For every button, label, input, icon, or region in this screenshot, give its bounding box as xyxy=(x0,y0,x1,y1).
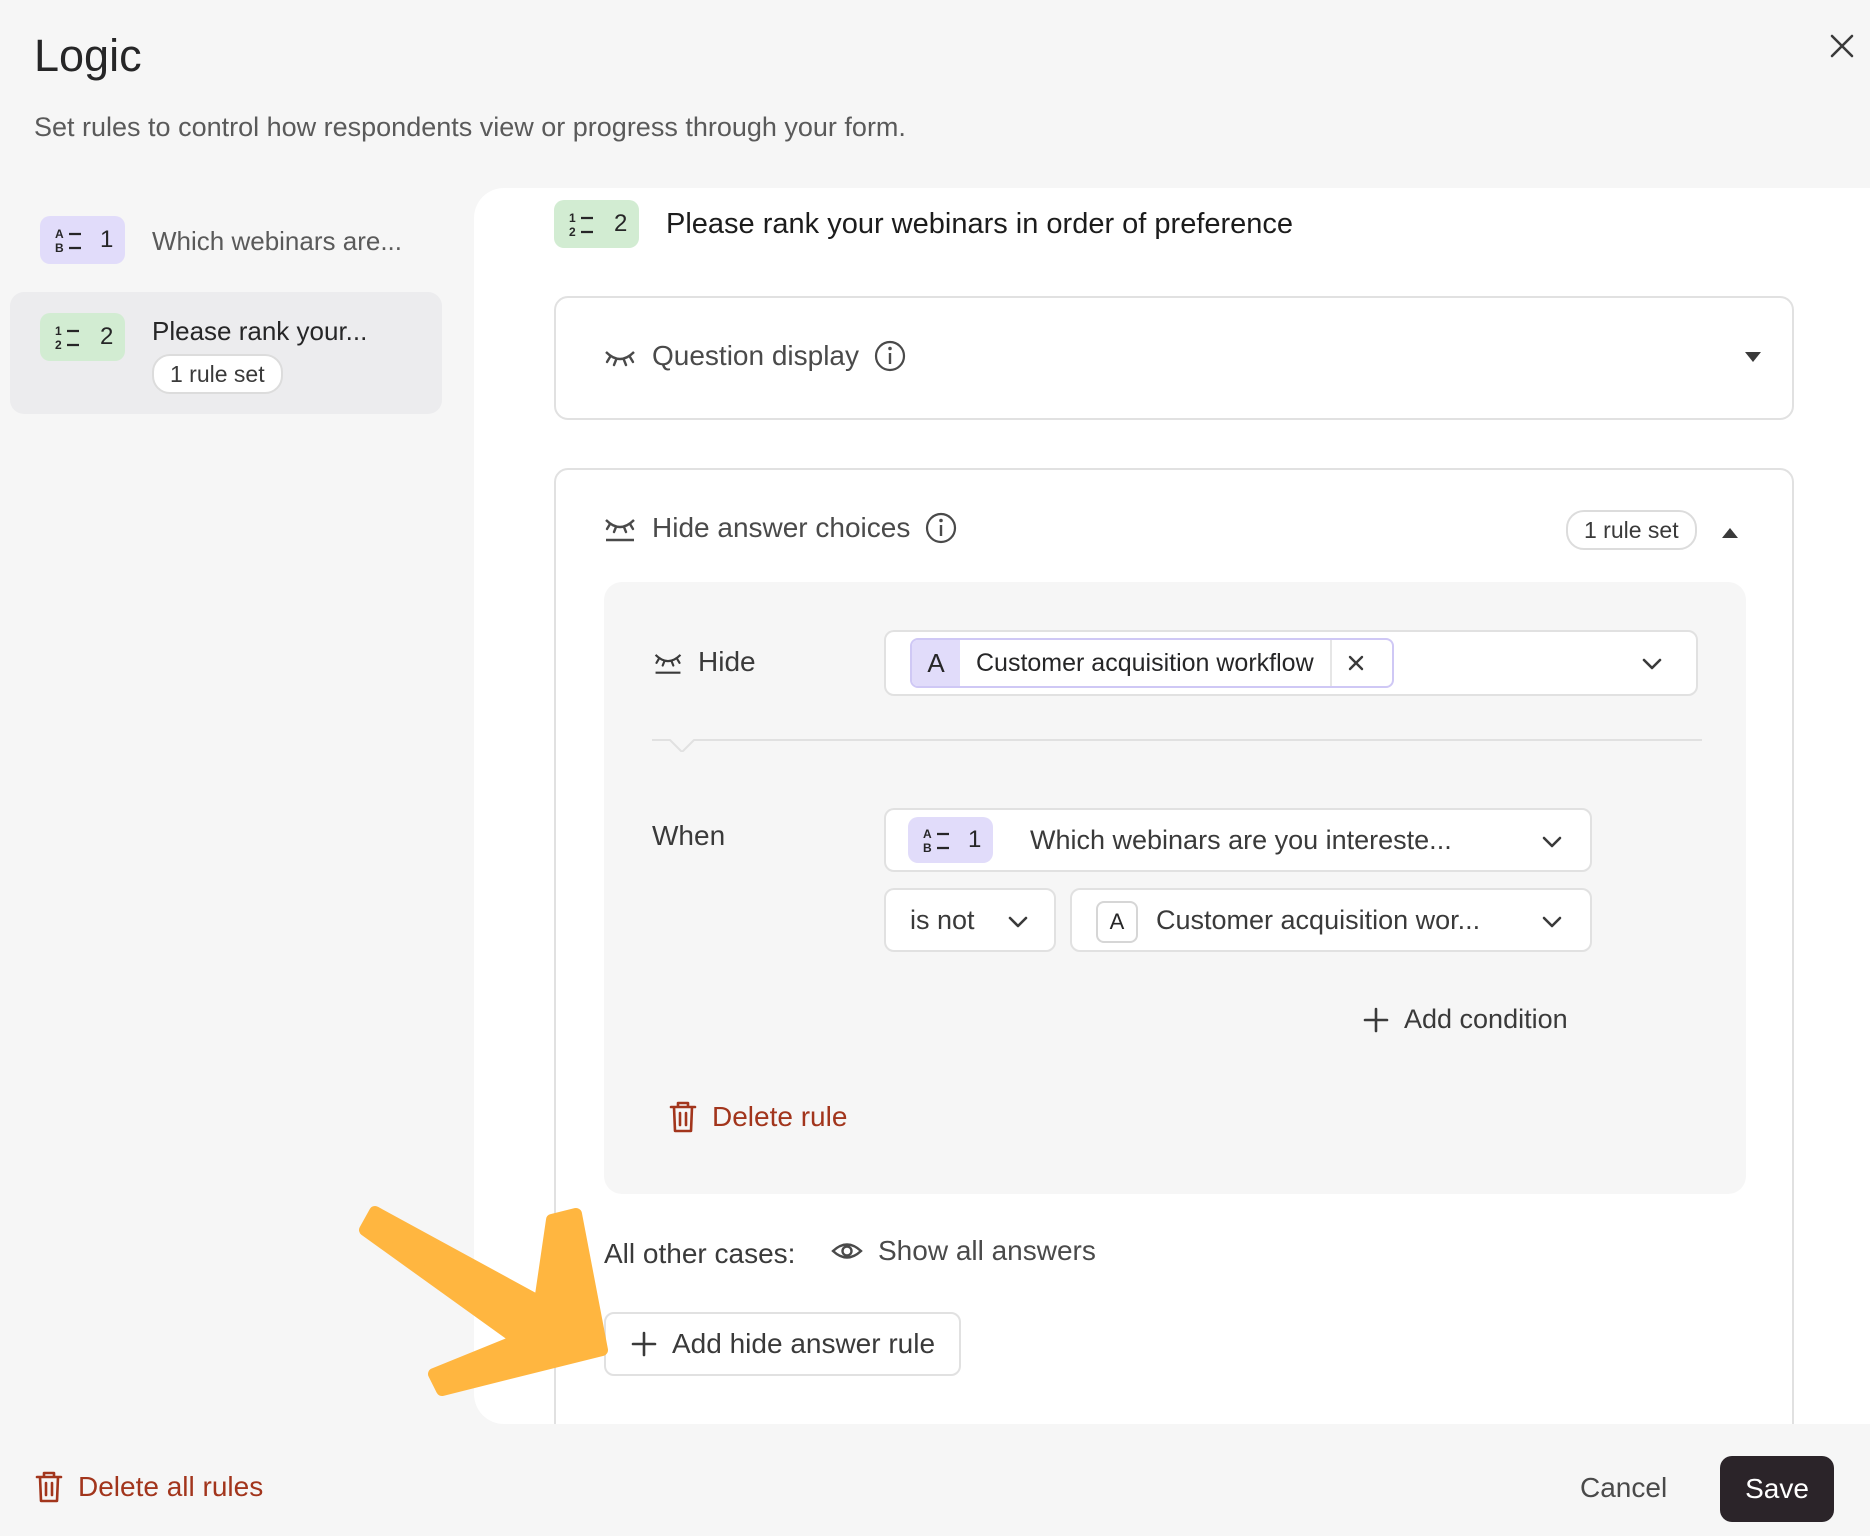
add-condition-button[interactable]: Add condition xyxy=(1362,1004,1568,1035)
condition-value-select[interactable]: A Customer acquisition wor... xyxy=(1070,888,1592,952)
condition-value-label: Customer acquisition wor... xyxy=(1156,905,1481,935)
sidebar-item-label: Which webinars are... xyxy=(152,226,402,256)
question-type-badge: 1 2 2 xyxy=(554,200,640,248)
trash-icon xyxy=(35,1471,63,1503)
other-cases-label: All other cases: xyxy=(604,1238,796,1269)
caret-up-icon[interactable] xyxy=(1721,526,1739,540)
chevron-down-icon xyxy=(1542,916,1562,928)
add-hide-answer-rule-button[interactable]: Add hide answer rule xyxy=(604,1312,962,1376)
eye-icon xyxy=(831,1243,863,1259)
annotation-arrow xyxy=(359,1206,608,1396)
delete-rule-button[interactable]: Delete rule xyxy=(668,1100,847,1134)
other-cases-value[interactable]: Show all answers xyxy=(830,1234,1096,1268)
caret-down-icon[interactable] xyxy=(1744,350,1762,364)
sidebar-item-label: Please rank your... xyxy=(152,316,368,346)
delete-rule-label: Delete rule xyxy=(712,1101,848,1132)
answer-letter: A xyxy=(1096,901,1138,943)
chevron-down-icon xyxy=(1542,836,1562,848)
svg-text:A: A xyxy=(923,827,932,841)
add-rule-label: Add hide answer rule xyxy=(672,1328,936,1359)
close-button[interactable] xyxy=(1822,26,1862,66)
svg-text:B: B xyxy=(55,241,64,255)
logic-panel: 1 2 2 Please rank your webinars in order… xyxy=(474,188,1870,1424)
save-button[interactable]: Save xyxy=(1720,1456,1834,1522)
question-type-badge: A B 1 xyxy=(40,216,126,264)
rule-count-badge: 1 rule set xyxy=(1566,510,1697,550)
rule-action-label: Hide xyxy=(698,646,756,677)
delete-all-rules-button[interactable]: Delete all rules xyxy=(34,1470,263,1504)
question-number: 1 xyxy=(100,226,114,253)
dialog-subtitle: Set rules to control how respondents vie… xyxy=(34,112,906,142)
cancel-button[interactable]: Cancel xyxy=(1580,1472,1667,1504)
answer-label: Customer acquisition workflow xyxy=(960,640,1332,686)
close-icon xyxy=(1830,34,1854,58)
question-type-badge: A B 1 xyxy=(908,817,994,863)
remove-tag-icon[interactable] xyxy=(1346,653,1366,673)
section-title: Hide answer choices xyxy=(652,512,911,543)
trash-icon xyxy=(669,1101,697,1133)
sidebar-item-question-1[interactable]: A B 1 Which webinars are... xyxy=(10,208,442,272)
question-display-section[interactable]: Question display xyxy=(554,296,1794,420)
plus-icon xyxy=(631,1331,657,1357)
question-type-badge: 1 2 2 xyxy=(40,313,126,361)
hidden-answers-select[interactable]: A Customer acquisition workflow xyxy=(884,630,1698,696)
section-title: Question display xyxy=(652,340,860,371)
svg-text:2: 2 xyxy=(55,338,62,352)
info-icon[interactable] xyxy=(873,339,907,373)
info-icon[interactable] xyxy=(924,511,958,545)
hide-rule: Hide A Customer acquisition workflow Whe… xyxy=(604,582,1746,1194)
other-cases-value-label: Show all answers xyxy=(878,1235,1096,1266)
eye-closed-icon xyxy=(654,654,682,674)
svg-text:1: 1 xyxy=(55,324,62,338)
question-number: 1 xyxy=(968,826,982,853)
chevron-down-icon xyxy=(1008,916,1028,928)
hide-answer-choices-section: Hide answer choices 1 rule set Hide A Cu… xyxy=(554,468,1794,1424)
svg-text:1: 1 xyxy=(569,211,576,225)
question-number: 2 xyxy=(100,323,114,350)
eye-closed-icon xyxy=(605,351,635,367)
question-number: 2 xyxy=(614,210,628,237)
ranking-icon: 1 2 xyxy=(569,211,593,239)
rule-count-badge: 1 rule set xyxy=(152,354,283,394)
eye-closed-icon xyxy=(605,519,635,542)
operator-select[interactable]: is not xyxy=(884,888,1056,952)
multiple-choice-icon: A B xyxy=(55,227,81,255)
rule-divider xyxy=(652,739,1702,752)
operator-label: is not xyxy=(910,905,975,935)
answer-letter: A xyxy=(912,640,960,686)
plus-icon xyxy=(1363,1007,1389,1032)
ranking-icon: 1 2 xyxy=(55,324,79,352)
delete-all-rules-label: Delete all rules xyxy=(78,1471,264,1502)
when-label: When xyxy=(652,820,726,851)
svg-text:2: 2 xyxy=(569,225,576,239)
selected-answer-tag: A Customer acquisition workflow xyxy=(910,638,1394,688)
multiple-choice-icon: A B xyxy=(923,827,949,855)
dialog-title: Logic xyxy=(34,30,142,81)
question-title: Please rank your webinars in order of pr… xyxy=(666,208,1294,240)
chevron-down-icon xyxy=(1642,658,1662,670)
condition-question-select[interactable]: A B 1 Which webinars are you intereste..… xyxy=(884,808,1592,872)
svg-text:A: A xyxy=(55,227,64,241)
add-condition-label: Add condition xyxy=(1404,1004,1568,1034)
condition-question-label: Which webinars are you intereste... xyxy=(1030,825,1452,855)
svg-text:B: B xyxy=(923,841,932,855)
sidebar-item-question-2[interactable]: 1 2 2 Please rank your... 1 rule set xyxy=(10,292,442,414)
